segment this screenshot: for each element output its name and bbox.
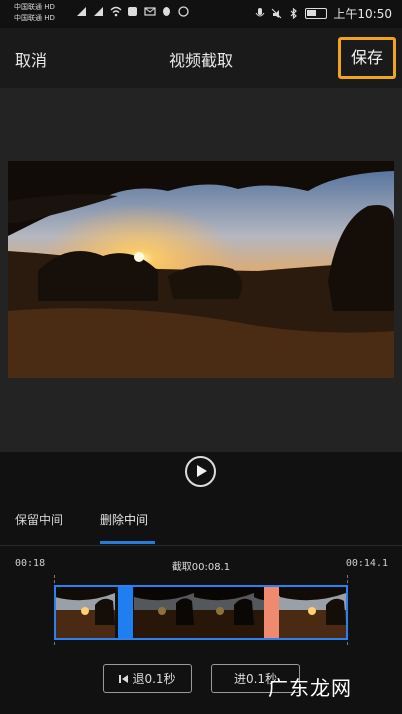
step-back-label: 退0.1秒 (132, 672, 176, 686)
trim-handle-right[interactable] (264, 587, 279, 638)
status-bar: 中国联通 HD 中国联通 HD 上午10:50 (0, 0, 402, 28)
carrier-label-2: 中国联通 HD (14, 14, 55, 22)
header-bar: 取消 视频截取 保存 (0, 28, 402, 88)
save-button[interactable]: 保存 (338, 37, 396, 79)
selection-frame (54, 585, 348, 640)
status-icons-right: 上午10:50 (254, 5, 392, 22)
mute-icon (271, 8, 282, 19)
video-preview[interactable] (8, 161, 394, 378)
signal-icon-2 (93, 6, 104, 17)
app-icon (178, 6, 189, 17)
timeline-end-time: 00:14.1 (345, 558, 388, 569)
selection-duration: 截取00:08.1 (171, 562, 231, 573)
active-tab-indicator (100, 541, 155, 544)
microphone-icon (254, 8, 265, 19)
status-icons-left (76, 6, 189, 17)
step-back-button[interactable]: 退0.1秒 (103, 664, 192, 693)
bluetooth-icon (288, 7, 299, 20)
tab-keep-middle[interactable]: 保留中间 (15, 511, 63, 528)
mail-icon (144, 6, 156, 17)
tab-delete-middle[interactable]: 删除中间 (100, 511, 148, 528)
trim-handle-left[interactable] (118, 587, 133, 638)
qq-icon (161, 6, 172, 17)
divider (0, 545, 402, 546)
carrier-label-1: 中国联通 HD (14, 3, 55, 11)
play-button[interactable] (185, 456, 216, 487)
skip-back-icon (119, 674, 129, 684)
status-clock: 上午10:50 (333, 7, 392, 21)
wifi-icon (110, 6, 122, 17)
signal-icon (76, 6, 87, 17)
app-notification-icon (127, 6, 138, 17)
watermark: 广东龙网 (268, 676, 352, 700)
battery-icon (305, 8, 328, 19)
